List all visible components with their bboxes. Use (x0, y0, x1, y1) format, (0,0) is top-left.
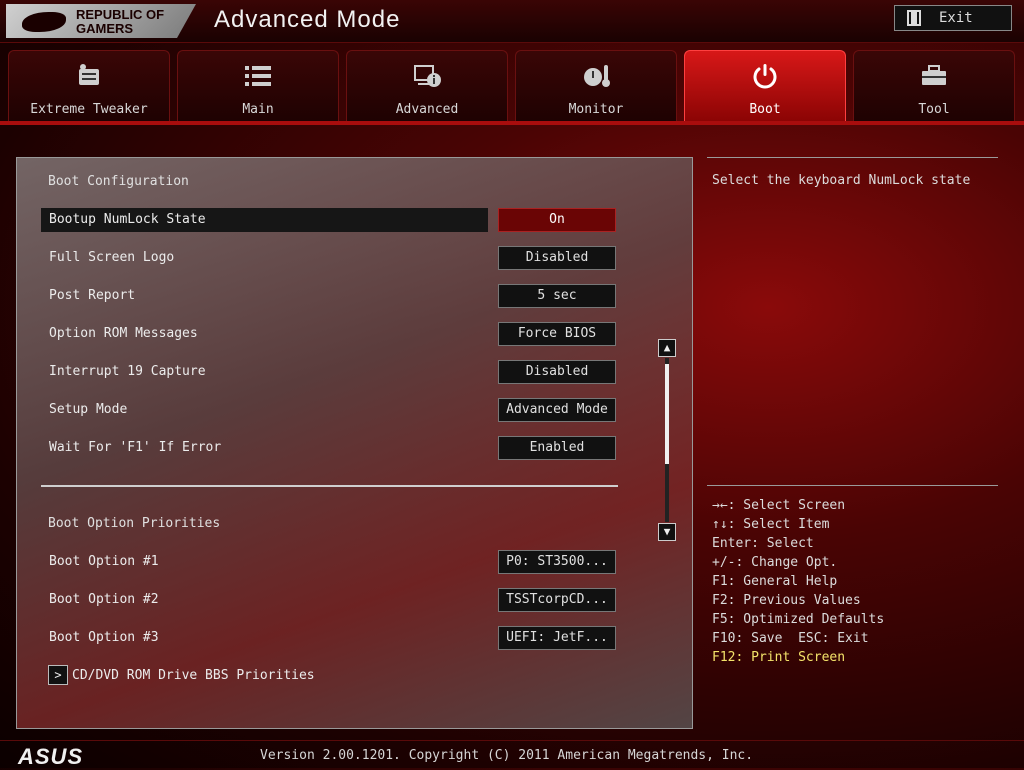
rog-logo: REPUBLIC OF GAMERS (6, 4, 196, 38)
setting-value-button[interactable]: Disabled (498, 246, 616, 270)
setting-value-button[interactable]: P0: ST3500... (498, 550, 616, 574)
setting-row-bootup-numlock[interactable]: Bootup NumLock State On (41, 208, 633, 232)
tab-label: Tool (918, 102, 950, 117)
setting-value-button[interactable]: 5 sec (498, 284, 616, 308)
brand-line2: GAMERS (76, 21, 134, 36)
setting-label: Boot Option #1 (49, 554, 159, 569)
setting-value-button[interactable]: Disabled (498, 360, 616, 384)
header-bar: REPUBLIC OF GAMERS Advanced Mode Exit (0, 0, 1024, 43)
key-legend-print-screen: F12: Print Screen (712, 650, 846, 665)
key-legend-item: Enter: Select (712, 536, 814, 551)
section-divider (41, 485, 618, 487)
tab-extreme-tweaker[interactable]: Extreme Tweaker (8, 50, 170, 122)
setting-label: Boot Option #3 (49, 630, 159, 645)
power-icon (750, 63, 780, 89)
key-legend-item: F1: General Help (712, 574, 838, 589)
key-legend-item: →←: Select Screen (712, 498, 846, 513)
tab-label: Main (242, 102, 274, 117)
scrollbar-thumb[interactable] (665, 364, 669, 464)
setting-value-button[interactable]: On (498, 208, 616, 232)
toolbox-icon (919, 63, 949, 89)
setting-label: Setup Mode (49, 402, 128, 417)
setting-value-button[interactable]: Advanced Mode (498, 398, 616, 422)
setting-row-setup-mode[interactable]: Setup Mode Advanced Mode (41, 398, 633, 422)
key-legend: →←: Select Screen ↑↓: Select Item Enter:… (712, 496, 884, 667)
tab-label: Advanced (395, 102, 459, 117)
version-text: Version 2.00.1201. Copyright (C) 2011 Am… (260, 748, 754, 763)
tab-monitor[interactable]: Monitor (515, 50, 677, 122)
monitor-gauge-icon (581, 63, 611, 89)
setting-value-button[interactable]: Enabled (498, 436, 616, 460)
mode-title: Advanced Mode (214, 6, 401, 33)
scroll-up-icon[interactable]: ▲ (658, 339, 676, 357)
tab-bar-underline (0, 121, 1024, 125)
key-legend-item: ↑↓: Select Item (712, 517, 830, 532)
help-divider-top (707, 157, 998, 158)
key-legend-item: F5: Optimized Defaults (712, 612, 885, 627)
setting-row-interrupt-19-capture[interactable]: Interrupt 19 Capture Disabled (41, 360, 633, 384)
tab-label: Extreme Tweaker (30, 102, 148, 117)
rog-eye-icon (22, 12, 66, 32)
setting-value-button[interactable]: TSSTcorpCD... (498, 588, 616, 612)
scrollbar-track[interactable] (665, 358, 669, 522)
setting-value-button[interactable]: UEFI: JetF... (498, 626, 616, 650)
setting-row-boot-option-2[interactable]: Boot Option #2 TSSTcorpCD... (41, 588, 633, 612)
chevron-right-icon[interactable]: > (48, 665, 68, 685)
help-divider-middle (707, 485, 998, 486)
key-legend-item: +/-: Change Opt. (712, 555, 838, 570)
setting-label: Option ROM Messages (49, 326, 198, 341)
footer-divider (0, 740, 1024, 741)
scroll-down-icon[interactable]: ▼ (658, 523, 676, 541)
setting-row-wait-for-f1[interactable]: Wait For 'F1' If Error Enabled (41, 436, 633, 460)
main-tabs: Extreme Tweaker Main Advanced Monitor Bo… (8, 50, 1016, 122)
brand-line1: REPUBLIC OF (76, 7, 165, 22)
exit-button[interactable]: Exit (894, 5, 1012, 31)
advanced-info-icon (412, 63, 442, 89)
tweaker-icon (74, 63, 104, 89)
setting-label: Full Screen Logo (49, 250, 175, 265)
settings-panel: Boot Configuration Bootup NumLock State … (16, 157, 693, 729)
setting-row-option-rom-messages[interactable]: Option ROM Messages Force BIOS (41, 322, 633, 346)
submenu-label: CD/DVD ROM Drive BBS Priorities (72, 668, 315, 683)
setting-label: Wait For 'F1' If Error (49, 440, 222, 455)
setting-row-boot-option-3[interactable]: Boot Option #3 UEFI: JetF... (41, 626, 633, 650)
tab-label: Boot (749, 102, 781, 117)
list-icon (243, 63, 273, 89)
key-legend-item: F10: Save ESC: Exit (712, 631, 869, 646)
setting-row-boot-option-1[interactable]: Boot Option #1 P0: ST3500... (41, 550, 633, 574)
setting-label: Post Report (49, 288, 136, 303)
setting-value-button[interactable]: Force BIOS (498, 322, 616, 346)
exit-label: Exit (939, 10, 973, 26)
key-legend-item: F2: Previous Values (712, 593, 861, 608)
exit-door-icon (907, 10, 921, 26)
tab-boot[interactable]: Boot (684, 50, 846, 122)
setting-row-post-report[interactable]: Post Report 5 sec (41, 284, 633, 308)
setting-row-full-screen-logo[interactable]: Full Screen Logo Disabled (41, 246, 633, 270)
section-title-boot-configuration: Boot Configuration (48, 174, 189, 189)
help-description: Select the keyboard NumLock state (712, 173, 971, 188)
setting-label: Interrupt 19 Capture (49, 364, 206, 379)
setting-label: Bootup NumLock State (49, 212, 206, 227)
setting-label: Boot Option #2 (49, 592, 159, 607)
tab-main[interactable]: Main (177, 50, 339, 122)
tab-advanced[interactable]: Advanced (346, 50, 508, 122)
tab-label: Monitor (568, 102, 624, 117)
tab-tool[interactable]: Tool (853, 50, 1015, 122)
asus-logo: ASUS (18, 744, 84, 769)
section-title-boot-option-priorities: Boot Option Priorities (48, 516, 221, 531)
